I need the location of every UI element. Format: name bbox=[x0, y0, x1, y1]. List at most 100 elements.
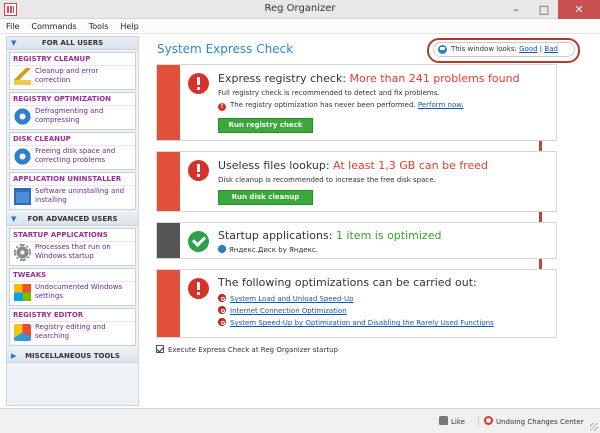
expand-arrow-icon: ▶ bbox=[11, 352, 17, 360]
sidebar-item-title: APPLICATION UNINSTALLER bbox=[10, 173, 135, 186]
status-bar-gray bbox=[157, 223, 180, 258]
error-status-icon bbox=[188, 160, 209, 181]
gear-icon bbox=[218, 245, 226, 253]
optimization-link[interactable]: Internet Connection Optimization bbox=[230, 307, 347, 315]
useless-files-card: Useless files lookup: At least 1,3 GB ca… bbox=[156, 151, 557, 212]
status-bar-red bbox=[157, 270, 180, 337]
menu-help[interactable]: Help bbox=[120, 19, 138, 33]
sidebar-item-title: DISK CLEANUP bbox=[10, 133, 135, 146]
card-line-warning: ! The registry optimization has never bee… bbox=[218, 101, 464, 111]
page-title: System Express Check bbox=[157, 42, 294, 56]
optimization-item: System Speed-Up by Optimization and Disa… bbox=[218, 318, 494, 327]
broom-icon bbox=[14, 68, 31, 85]
registry-check-card: Express registry check: More than 241 pr… bbox=[156, 64, 557, 141]
collapse-arrow-icon: ▼ bbox=[11, 39, 17, 47]
warning-icon: ! bbox=[218, 103, 226, 111]
sidebar-item-desc: Registry editing and searching bbox=[35, 323, 106, 340]
sidebar-item-title: STARTUP APPLICATIONS bbox=[10, 229, 135, 242]
card-line: Full registry check is recommended to de… bbox=[218, 89, 440, 97]
sidebar-item-desc: Cleanup and error correction bbox=[35, 67, 99, 84]
sidebar-item-desc: Undocumented Windows settings bbox=[35, 283, 123, 300]
sidebar-item-desc: Defragmenting and compressing bbox=[35, 107, 104, 124]
menu-bar: File Commands Tools Help bbox=[0, 19, 600, 34]
error-status-icon bbox=[188, 73, 209, 94]
status-bar-red bbox=[157, 152, 180, 211]
checkbox-label: Execute Express Check at Reg Organizer s… bbox=[168, 346, 338, 354]
card-title: Express registry check: More than 241 pr… bbox=[218, 72, 520, 85]
run-disk-cleanup-button[interactable]: Run disk cleanup bbox=[218, 190, 313, 205]
optimization-link[interactable]: System Load and Unload Speed-Up bbox=[230, 295, 354, 303]
warning-text: The registry optimization has never been… bbox=[230, 101, 416, 109]
card-title: The following optimizations can be carri… bbox=[218, 276, 477, 289]
section-label: FOR ADVANCED USERS bbox=[27, 215, 118, 223]
close-button[interactable]: ✕ bbox=[558, 0, 600, 19]
card-title-highlight: More than 241 problems found bbox=[349, 72, 520, 85]
maximize-button[interactable]: □ bbox=[530, 0, 558, 19]
sidebar-item-registry-cleanup[interactable]: REGISTRY CLEANUP Cleanup and error corre… bbox=[9, 52, 136, 90]
main-panel: System Express Check This window looks: … bbox=[140, 34, 600, 408]
menu-file[interactable]: File bbox=[6, 19, 19, 33]
optimization-link[interactable]: System Speed-Up by Optimization and Disa… bbox=[230, 319, 494, 327]
sidebar-item-desc: Processes that run on Windows startup bbox=[35, 243, 111, 260]
express-check-checkbox[interactable] bbox=[156, 345, 164, 353]
like-button[interactable]: Like bbox=[439, 416, 465, 426]
status-bar: Like Undoing Changes Center bbox=[0, 408, 600, 433]
sidebar-item-title: REGISTRY EDITOR bbox=[10, 309, 135, 322]
undo-icon bbox=[484, 416, 493, 425]
section-label: FOR ALL USERS bbox=[41, 39, 104, 47]
card-title-prefix: Useless files lookup: bbox=[218, 159, 330, 172]
status-bar-red bbox=[157, 65, 180, 140]
sidebar-item-title: REGISTRY CLEANUP bbox=[10, 53, 135, 66]
optimizations-card: The following optimizations can be carri… bbox=[156, 269, 557, 338]
startup-check-option: Execute Express Check at Reg Organizer s… bbox=[156, 345, 338, 354]
sidebar-item-disk-cleanup[interactable]: DISK CLEANUP Freeing disk space and corr… bbox=[9, 132, 136, 170]
stop-icon bbox=[218, 306, 226, 314]
sidebar-item-registry-optimization[interactable]: REGISTRY OPTIMIZATION Defragmenting and … bbox=[9, 92, 136, 130]
thumbs-up-icon bbox=[439, 416, 448, 425]
window-controls: – □ ✕ bbox=[502, 0, 600, 19]
section-header-all-users[interactable]: ▼ FOR ALL USERS bbox=[7, 37, 138, 50]
disk-icon bbox=[14, 148, 31, 165]
optimization-item: Internet Connection Optimization bbox=[218, 306, 347, 315]
menu-commands[interactable]: Commands bbox=[31, 19, 76, 33]
perform-now-link[interactable]: Perform now. bbox=[418, 101, 464, 109]
wrench-icon bbox=[14, 284, 31, 301]
startup-item-label: Яндекс.Диск by Яндекс. bbox=[229, 246, 318, 254]
sidebar-item-registry-editor[interactable]: REGISTRY EDITOR Registry editing and sea… bbox=[9, 308, 136, 346]
collapse-arrow-icon: ▼ bbox=[11, 215, 17, 223]
sidebar: ▼ FOR ALL USERS REGISTRY CLEANUP Cleanup… bbox=[6, 36, 139, 406]
undo-changes-center-button[interactable]: Undoing Changes Center bbox=[478, 416, 584, 426]
sidebar-item-title: REGISTRY OPTIMIZATION bbox=[10, 93, 135, 106]
minimize-button[interactable]: – bbox=[502, 0, 530, 19]
ok-status-icon bbox=[188, 231, 209, 252]
resize-grip-icon[interactable] bbox=[590, 423, 598, 431]
menu-tools[interactable]: Tools bbox=[89, 19, 109, 33]
sidebar-item-desc: Freeing disk space and correcting proble… bbox=[35, 147, 116, 164]
title-bar: Reg Organizer – □ ✕ bbox=[0, 0, 600, 19]
card-title-highlight: 1 item is optimized bbox=[335, 229, 442, 242]
card-title: Startup applications: 1 item is optimize… bbox=[218, 229, 441, 242]
sidebar-item-title: TWEAKS bbox=[10, 269, 135, 282]
stop-icon bbox=[218, 318, 226, 326]
card-title-prefix: Startup applications: bbox=[218, 229, 333, 242]
annotation-callout-ellipse bbox=[427, 38, 580, 63]
optimization-item: System Load and Unload Speed-Up bbox=[218, 294, 354, 303]
section-header-advanced-users[interactable]: ▼ FOR ADVANCED USERS bbox=[7, 213, 138, 226]
sidebar-item-startup-applications[interactable]: STARTUP APPLICATIONS Processes that run … bbox=[9, 228, 136, 266]
uninstall-icon bbox=[14, 188, 31, 205]
sidebar-item-tweaks[interactable]: TWEAKS Undocumented Windows settings bbox=[9, 268, 136, 306]
section-label: MISCELLANEOUS TOOLS bbox=[25, 352, 120, 360]
card-title-highlight: At least 1,3 GB can be freed bbox=[333, 159, 489, 172]
sidebar-item-application-uninstaller[interactable]: APPLICATION UNINSTALLER Software uninsta… bbox=[9, 172, 136, 210]
run-registry-check-button[interactable]: Run registry check bbox=[218, 118, 313, 133]
gear-icon bbox=[14, 244, 31, 261]
registry-editor-icon bbox=[14, 324, 31, 341]
card-title-prefix: Express registry check: bbox=[218, 72, 347, 85]
error-status-icon bbox=[188, 278, 209, 299]
section-header-misc-tools[interactable]: ▶ MISCELLANEOUS TOOLS bbox=[7, 350, 138, 363]
like-label: Like bbox=[451, 418, 465, 426]
sidebar-item-desc: Software uninstalling and installing bbox=[35, 187, 125, 204]
card-line: Disk cleanup is recommended to increase … bbox=[218, 176, 436, 184]
undo-label: Undoing Changes Center bbox=[496, 418, 584, 426]
startup-applications-card: Startup applications: 1 item is optimize… bbox=[156, 222, 557, 259]
